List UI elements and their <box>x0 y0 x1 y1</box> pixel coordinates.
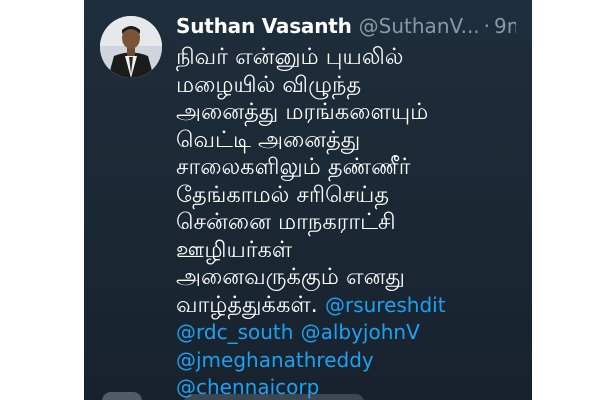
mention-link[interactable]: @rsureshdit <box>325 293 446 317</box>
tweet-text-line: வெட்டி அனைத்து <box>176 126 361 153</box>
tweet-text-line: சென்னை மாநகராட்சி <box>176 209 396 235</box>
tweet-text-line: நிவர் என்னும் புயலில் <box>176 44 404 70</box>
tweet-header: Suthan Vasanth @SuthanV... · 9m <box>176 14 516 44</box>
mention-line: @rdc_south @albyjohnV <box>176 319 528 347</box>
tweet-text: நிவர் என்னும் புயலில் மழையில் விழுந்த அன… <box>176 44 528 400</box>
author-handle[interactable]: @SuthanV... <box>359 14 480 38</box>
profile-photo-icon <box>100 16 162 78</box>
tweet-text-line: மழையில் விழுந்த <box>176 71 362 98</box>
tweet-text-segment: வாழ்த்துக்கள். <box>176 291 318 318</box>
mention-line: @jmeghanathreddy <box>176 347 528 375</box>
next-avatar-peek <box>102 392 142 400</box>
tweet-text-line-with-mention: வாழ்த்துக்கள். @rsureshdit <box>176 292 528 320</box>
next-tweet-peek <box>84 390 532 400</box>
mention-link[interactable]: @jmeghanathreddy <box>176 348 374 372</box>
separator-dot: · <box>483 14 491 38</box>
tweet-text-line: சாலைகளிலும் தண்ணீர் <box>176 154 411 180</box>
tweet-text-line: அனைவருக்கும் எனது <box>176 264 405 290</box>
tweet-text-line: அனைத்து மரங்களையும் <box>176 99 429 125</box>
timestamp[interactable]: 9m <box>494 14 516 38</box>
tweet-card: Suthan Vasanth @SuthanV... · 9m நிவர் என… <box>84 0 532 400</box>
next-header-peek <box>184 394 364 400</box>
tweet-text-line: ஊழியர்கள் <box>176 236 293 263</box>
mention-link[interactable]: @rdc_south <box>176 320 293 344</box>
avatar[interactable] <box>100 16 162 78</box>
tweet-text-line: தேங்காமல் சரிசெய்த <box>176 181 389 208</box>
mention-link[interactable]: @albyjohnV <box>301 320 420 344</box>
author-name[interactable]: Suthan Vasanth <box>176 14 352 38</box>
